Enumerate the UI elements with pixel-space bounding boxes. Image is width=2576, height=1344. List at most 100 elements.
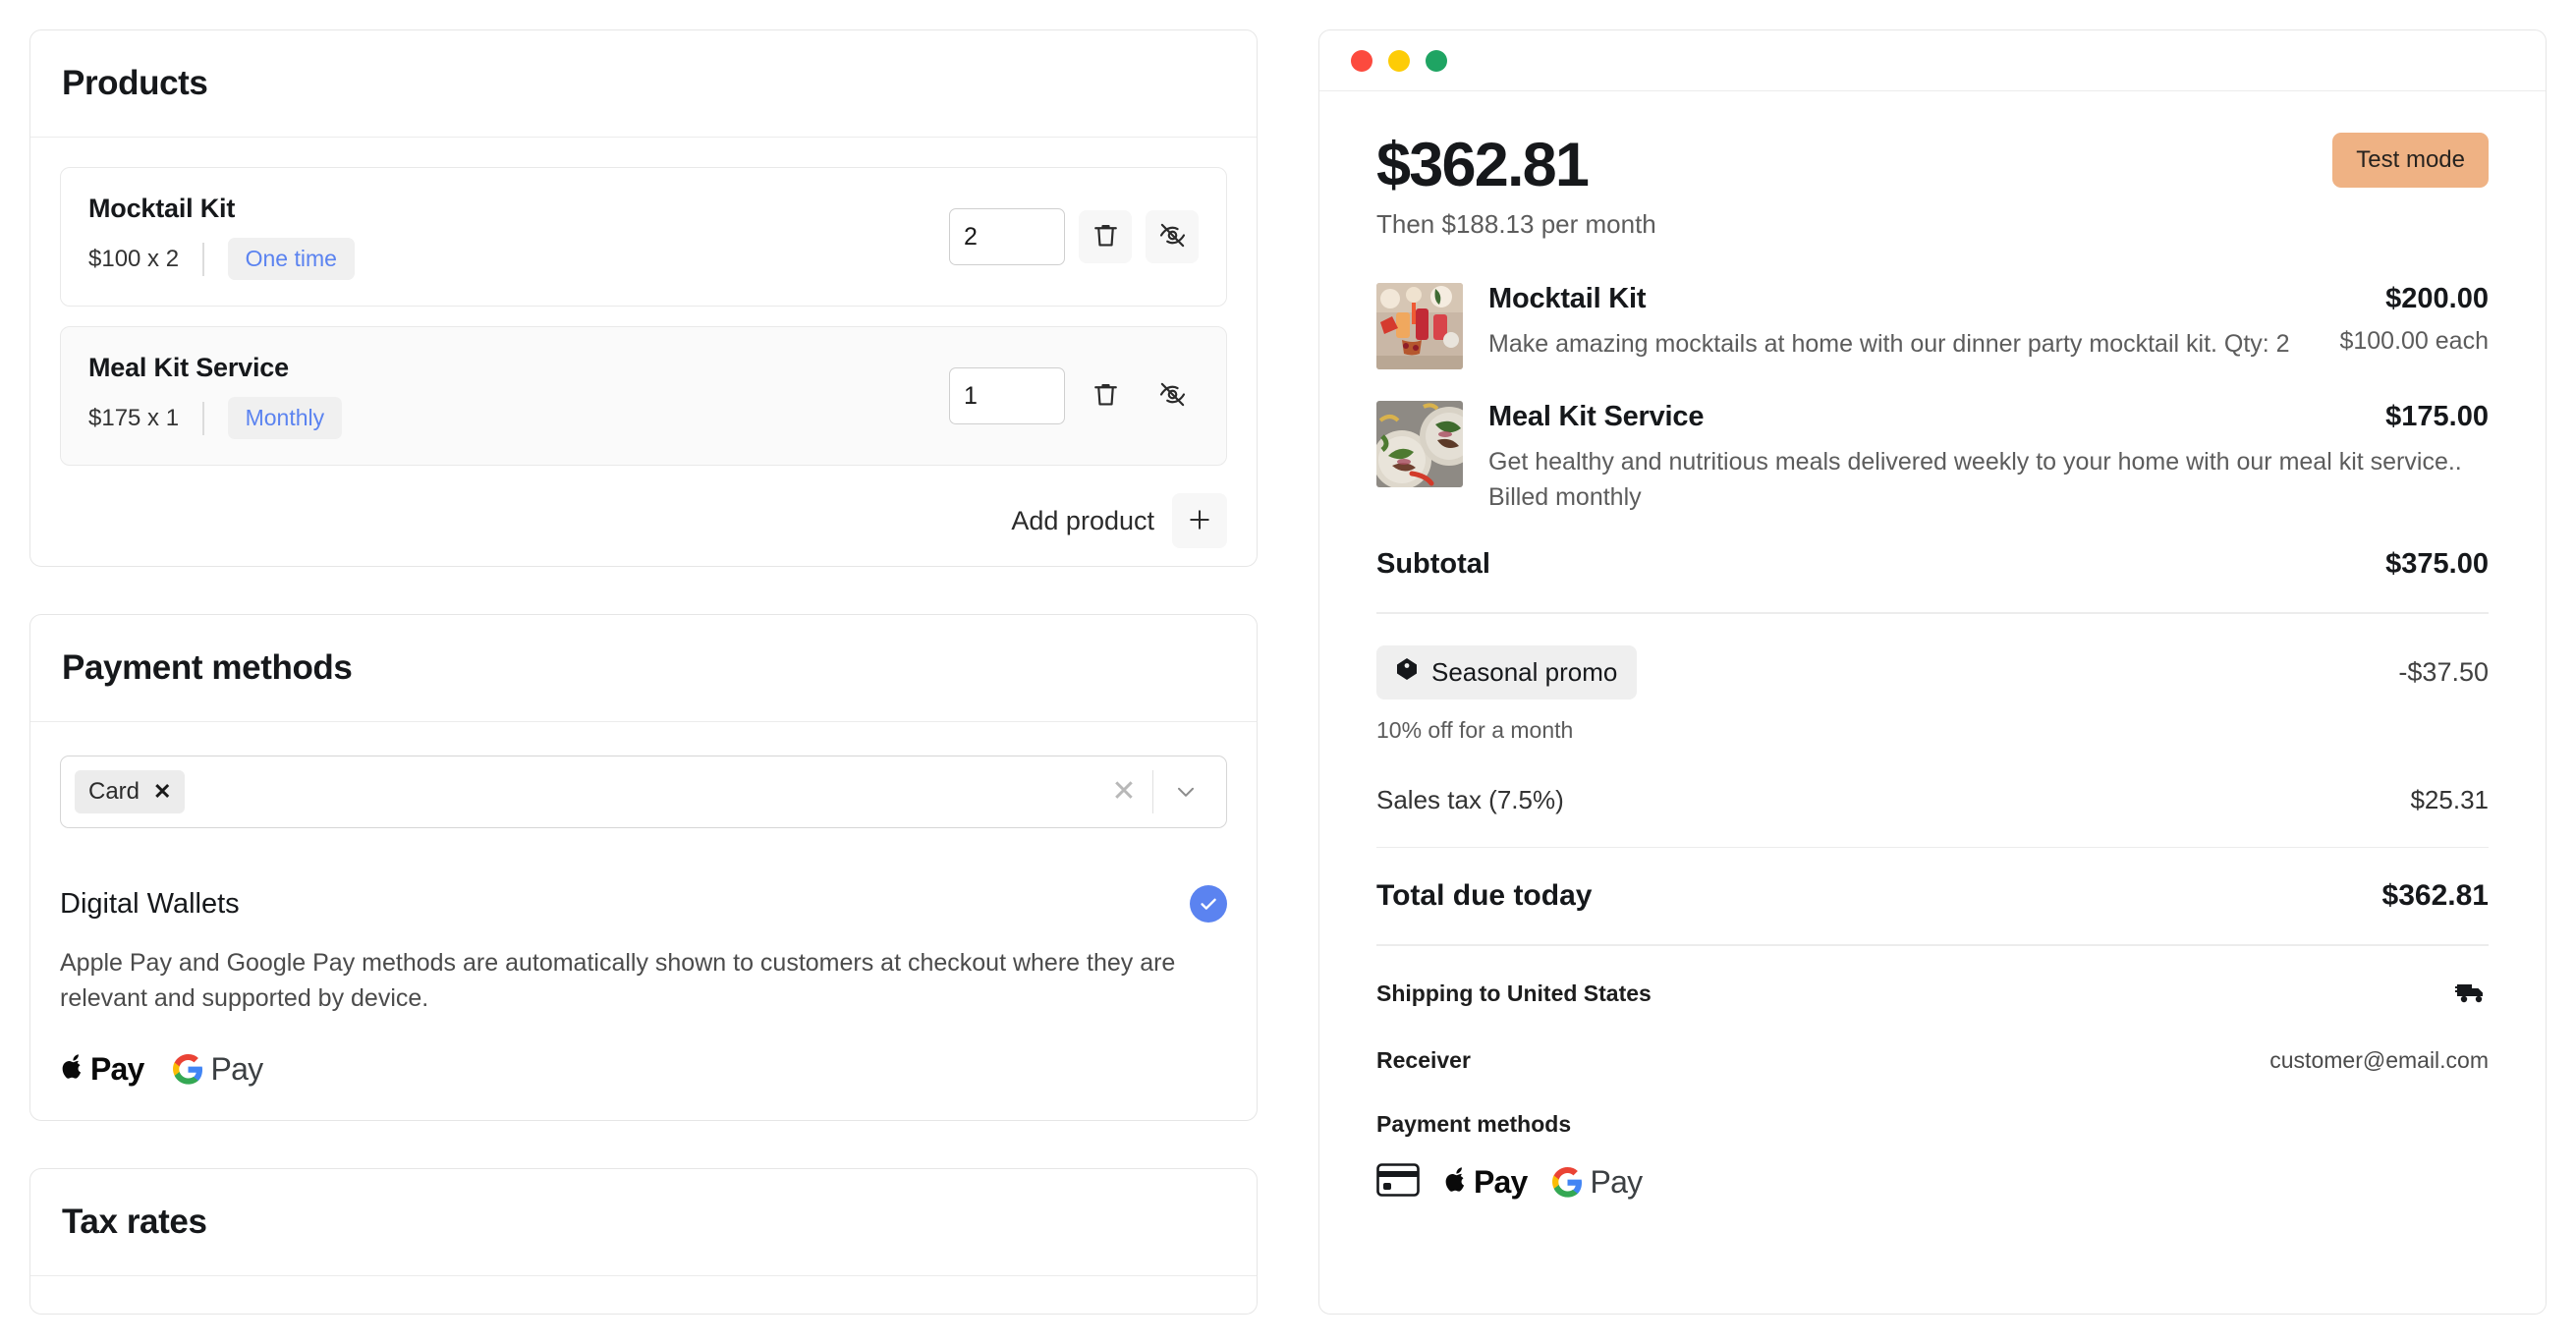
- trash-icon: [1092, 221, 1120, 252]
- product-row[interactable]: Mocktail Kit $100 x 2 One time: [60, 167, 1227, 307]
- tax-rates-body: [30, 1276, 1257, 1314]
- tax-label: Sales tax (7.5%): [1376, 784, 1564, 814]
- checkout-preview-window: $362.81 Then $188.13 per month Test mode: [1318, 29, 2547, 1315]
- eye-off-icon: [1158, 380, 1187, 412]
- promo-label: Seasonal promo: [1431, 656, 1618, 687]
- product-price: $100 x 2: [88, 245, 180, 272]
- digital-wallets-description: Apple Pay and Google Pay methods are aut…: [60, 949, 1176, 1012]
- product-actions: [949, 208, 1199, 265]
- trash-icon: [1092, 380, 1120, 412]
- wallet-logos: Pay Pay: [60, 1051, 1227, 1088]
- amount-block: $362.81 Then $188.13 per month: [1376, 133, 1656, 240]
- apple-pay-icon: Pay: [60, 1051, 144, 1088]
- line-item-description: Make amazing mocktails at home with our …: [1488, 330, 2290, 359]
- delete-product-button[interactable]: [1079, 210, 1132, 263]
- google-pay-icon: Pay: [1551, 1164, 1643, 1201]
- product-row[interactable]: Meal Kit Service $175 x 1 Monthly: [60, 326, 1227, 466]
- window-minimize-dot[interactable]: [1388, 49, 1410, 72]
- payment-methods-block: Payment methods Pay Pay: [1376, 1111, 2489, 1202]
- tag-icon: [1396, 657, 1418, 688]
- line-item-bottom: Get healthy and nutritious meals deliver…: [1488, 445, 2489, 515]
- product-name: Mocktail Kit: [88, 194, 236, 223]
- line-item-name: Meal Kit Service: [1488, 401, 1705, 433]
- promo-chip: Seasonal promo: [1376, 644, 1638, 700]
- editor-column: Products Mocktail Kit $100 x 2 One time: [29, 29, 1258, 1315]
- add-product-button[interactable]: [1172, 493, 1227, 548]
- receiver-value: customer@email.com: [2269, 1046, 2489, 1073]
- product-name: Meal Kit Service: [88, 353, 289, 382]
- quantity-input[interactable]: [949, 208, 1065, 265]
- payment-methods-label: Payment methods: [1376, 1110, 1572, 1137]
- amount-header: $362.81 Then $188.13 per month Test mode: [1376, 133, 2489, 240]
- subtotal-value: $375.00: [2385, 548, 2489, 581]
- line-item-main: Mocktail Kit $200.00 Make amazing mockta…: [1488, 283, 2489, 369]
- eye-off-icon: [1158, 221, 1187, 252]
- line-item-main: Meal Kit Service $175.00 Get healthy and…: [1488, 401, 2489, 515]
- status-badge: Test mode: [2332, 133, 2489, 188]
- selected-method-tag: Card ✕: [75, 770, 186, 814]
- total-value: $362.81: [2381, 879, 2489, 913]
- section-title: Tax rates: [62, 1203, 207, 1242]
- digital-wallets-title: Digital Wallets: [60, 887, 240, 920]
- line-items: Mocktail Kit $200.00 Make amazing mockta…: [1376, 283, 2489, 515]
- line-item-unit-price: $100.00 each: [2339, 327, 2489, 356]
- promo-row: Seasonal promo 10% off for a month -$37.…: [1376, 644, 2489, 744]
- line-item-amount: $175.00: [2385, 401, 2489, 433]
- divider: [202, 401, 204, 435]
- divider: [1376, 944, 2489, 946]
- list-item: Meal Kit Service $175.00 Get healthy and…: [1376, 401, 2489, 515]
- truck-icon: [2454, 978, 2489, 1010]
- line-item-bottom: Make amazing mocktails at home with our …: [1488, 327, 2489, 363]
- divider: [1376, 846, 2489, 849]
- product-meta: $175 x 1 Monthly: [88, 397, 343, 439]
- add-product-label: Add product: [1011, 505, 1154, 535]
- product-info: Mocktail Kit $100 x 2 One time: [88, 194, 355, 280]
- divider: [202, 242, 204, 276]
- subtotal-label: Subtotal: [1376, 548, 1490, 581]
- payment-methods-select[interactable]: Card ✕ ✕: [60, 756, 1227, 829]
- browser-titlebar: [1319, 30, 2546, 91]
- shipping-label: Shipping to United States: [1376, 980, 1652, 1006]
- promo-amount: -$37.50: [2398, 656, 2489, 687]
- delete-product-button[interactable]: [1079, 369, 1132, 422]
- window-close-dot[interactable]: [1351, 49, 1372, 72]
- google-pay-icon: Pay: [172, 1051, 263, 1088]
- subtotal-row: Subtotal $375.00: [1376, 548, 2489, 581]
- products-card: Products Mocktail Kit $100 x 2 One time: [29, 29, 1258, 568]
- line-item-description: Get healthy and nutritious meals deliver…: [1488, 448, 2462, 511]
- clear-icon[interactable]: ✕: [1095, 777, 1151, 807]
- total-label: Total due today: [1376, 879, 1593, 913]
- list-item: Mocktail Kit $200.00 Make amazing mockta…: [1376, 283, 2489, 370]
- divider: [1376, 612, 2489, 614]
- chevron-down-icon[interactable]: [1153, 779, 1216, 805]
- tax-value: $25.31: [2410, 784, 2489, 814]
- product-meta: $100 x 2 One time: [88, 238, 355, 280]
- product-actions: [949, 367, 1199, 424]
- check-circle-icon[interactable]: [1190, 885, 1227, 924]
- page-title: Products: [62, 64, 208, 102]
- google-pay-label: Pay: [1590, 1163, 1644, 1200]
- window-maximize-dot[interactable]: [1426, 49, 1447, 72]
- recurring-note: Then $188.13 per month: [1376, 209, 1656, 240]
- total-amount: $362.81: [1376, 131, 1590, 199]
- total-row: Total due today $362.81: [1376, 879, 2489, 913]
- plus-icon: [1186, 506, 1213, 536]
- tax-row: Sales tax (7.5%) $25.31: [1376, 785, 2489, 815]
- promo-block: Seasonal promo 10% off for a month: [1376, 644, 1638, 744]
- hide-product-button[interactable]: [1146, 210, 1199, 263]
- close-icon[interactable]: ✕: [153, 779, 171, 805]
- hide-product-button[interactable]: [1146, 369, 1199, 422]
- billing-badge: One time: [227, 238, 355, 280]
- receiver-row: Receiver customer@email.com: [1376, 1047, 2489, 1074]
- line-item-top: Meal Kit Service $175.00: [1488, 401, 2489, 433]
- mealkit-photo: [1376, 401, 1463, 488]
- products-card-body: Mocktail Kit $100 x 2 One time 2 Meal Ki…: [30, 138, 1257, 566]
- quantity-input[interactable]: [949, 367, 1065, 424]
- add-product-row: Add product: [60, 493, 1227, 548]
- product-price: $175 x 1: [88, 404, 180, 431]
- payment-methods-body: Card ✕ ✕ Digital Wallets Apple Pay and G…: [30, 722, 1257, 1120]
- promo-description: 10% off for a month: [1376, 716, 1574, 743]
- apple-pay-icon: Pay: [1443, 1164, 1528, 1201]
- billing-badge: Monthly: [227, 397, 343, 439]
- payment-methods-card: Payment methods Card ✕ ✕ Digital Wallets…: [29, 614, 1258, 1122]
